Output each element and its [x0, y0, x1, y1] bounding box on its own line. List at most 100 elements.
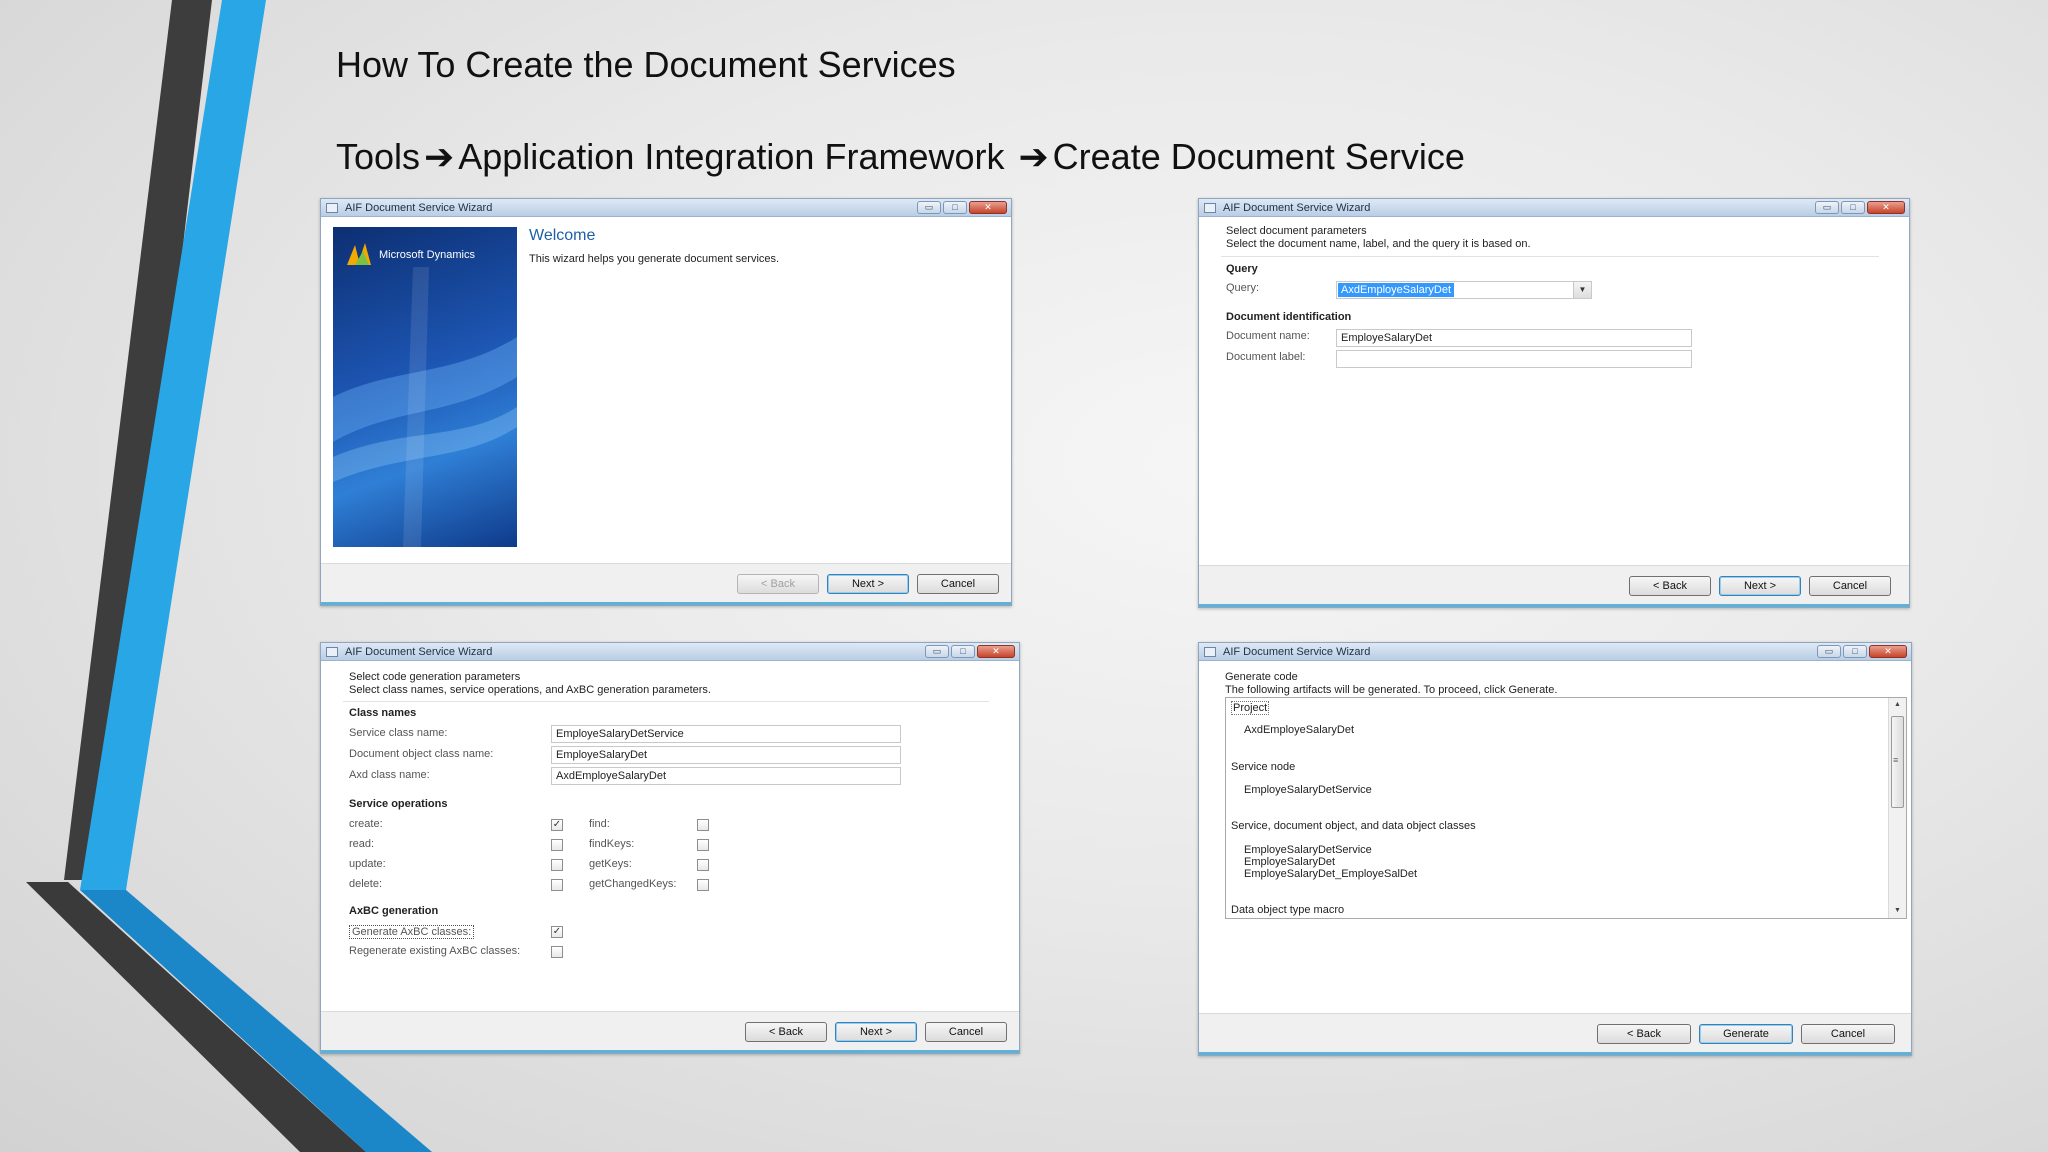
- chevron-down-icon[interactable]: ▼: [1573, 282, 1591, 298]
- service-class-name-field[interactable]: EmployeSalaryDetService: [551, 725, 901, 743]
- document-identification-label: Document identification: [1226, 311, 1352, 323]
- window-title: AIF Document Service Wizard: [345, 646, 493, 658]
- wizard-footer: < Back Next > Cancel: [1199, 565, 1909, 607]
- page-heading: Generate code: [1225, 671, 1298, 683]
- op-create-checkbox[interactable]: ✓: [551, 819, 563, 831]
- maximize-button[interactable]: □: [951, 645, 975, 658]
- query-combobox[interactable]: AxdEmployeSalaryDet ▼: [1336, 281, 1592, 299]
- project-header: Project: [1231, 701, 1270, 715]
- service-node-value: EmployeSalaryDetService: [1244, 784, 1372, 796]
- cancel-button[interactable]: Cancel: [1809, 576, 1891, 596]
- next-button[interactable]: Next >: [835, 1022, 917, 1042]
- window-controls: ▭ □ ✕: [917, 201, 1007, 214]
- document-name-field[interactable]: EmployeSalaryDet: [1336, 329, 1692, 347]
- document-label-field[interactable]: [1336, 350, 1692, 368]
- cancel-button[interactable]: Cancel: [917, 574, 999, 594]
- op-read-label: read:: [349, 838, 375, 850]
- document-label-label: Document label:: [1226, 351, 1306, 363]
- arrow-icon: ➔: [424, 136, 455, 177]
- welcome-heading: Welcome: [529, 227, 596, 244]
- class-item: EmployeSalaryDet_EmployeSalDet: [1244, 868, 1418, 880]
- axbc-generation-section-label: AxBC generation: [349, 905, 439, 917]
- back-button[interactable]: < Back: [1629, 576, 1711, 596]
- slide-subtitle: Tools ➔ Application Integration Framework …: [336, 136, 1465, 178]
- minimize-button[interactable]: ▭: [1815, 201, 1839, 214]
- window-title: AIF Document Service Wizard: [1223, 202, 1371, 214]
- subtitle-part-create: Create Document Service: [1052, 136, 1465, 177]
- close-button[interactable]: ✕: [1869, 645, 1907, 658]
- back-button[interactable]: < Back: [745, 1022, 827, 1042]
- close-button[interactable]: ✕: [969, 201, 1007, 214]
- maximize-button[interactable]: □: [943, 201, 967, 214]
- cancel-button[interactable]: Cancel: [1801, 1024, 1895, 1044]
- app-icon: [326, 647, 338, 657]
- wizard-footer: < Back Next > Cancel: [321, 1011, 1019, 1053]
- welcome-text: This wizard helps you generate document …: [529, 253, 780, 265]
- window-title: AIF Document Service Wizard: [345, 202, 493, 214]
- cancel-button[interactable]: Cancel: [925, 1022, 1007, 1042]
- window-titlebar: AIF Document Service Wizard ▭ □ ✕: [321, 643, 1019, 661]
- minimize-button[interactable]: ▭: [1817, 645, 1841, 658]
- query-label: Query:: [1226, 282, 1260, 294]
- maximize-button[interactable]: □: [1843, 645, 1867, 658]
- next-button[interactable]: Next >: [827, 574, 909, 594]
- regenerate-axbc-label: Regenerate existing AxBC classes:: [349, 945, 521, 957]
- document-object-class-name-field[interactable]: EmployeSalaryDet: [551, 746, 901, 764]
- generate-axbc-checkbox[interactable]: ✓: [551, 926, 563, 938]
- op-delete-checkbox[interactable]: [551, 879, 563, 891]
- axd-class-name-label: Axd class name:: [349, 769, 430, 781]
- window-controls: ▭ □ ✕: [1817, 645, 1907, 658]
- banner-swoosh: [333, 243, 517, 547]
- maximize-button[interactable]: □: [1841, 201, 1865, 214]
- minimize-button[interactable]: ▭: [925, 645, 949, 658]
- document-object-class-name-label: Document object class name:: [349, 748, 494, 760]
- class-item: EmployeSalaryDetService: [1244, 844, 1372, 856]
- regenerate-axbc-checkbox[interactable]: [551, 946, 563, 958]
- wizard-footer: < Back Generate Cancel: [1199, 1013, 1911, 1055]
- microsoft-dynamics-banner: Microsoft Dynamics: [333, 227, 517, 547]
- scroll-thumb[interactable]: ≡: [1891, 716, 1904, 808]
- close-button[interactable]: ✕: [1867, 201, 1905, 214]
- service-operations-section-label: Service operations: [349, 798, 448, 810]
- wizard-window-document-parameters: AIF Document Service Wizard ▭ □ ✕ Select…: [1198, 198, 1910, 608]
- wizard-window-generate-code: AIF Document Service Wizard ▭ □ ✕ Genera…: [1198, 642, 1912, 1056]
- page-subheading: Select the document name, label, and the…: [1226, 238, 1531, 250]
- window-controls: ▭ □ ✕: [1815, 201, 1905, 214]
- axd-class-name-field[interactable]: AxdEmployeSalaryDet: [551, 767, 901, 785]
- class-names-section-label: Class names: [349, 707, 417, 719]
- scroll-up-icon[interactable]: ▲: [1889, 698, 1906, 712]
- op-getkeys-label: getKeys:: [589, 858, 632, 870]
- generate-button[interactable]: Generate: [1699, 1024, 1793, 1044]
- op-getchangedkeys-checkbox[interactable]: [697, 879, 709, 891]
- op-delete-label: delete:: [349, 878, 383, 890]
- op-update-label: update:: [349, 858, 386, 870]
- banner-brand: Microsoft Dynamics: [379, 249, 475, 261]
- artifacts-list[interactable]: Project AxdEmployeSalaryDet Service node…: [1225, 697, 1907, 919]
- subtitle-part-tools: Tools: [336, 136, 421, 177]
- op-read-checkbox[interactable]: [551, 839, 563, 851]
- service-class-name-label: Service class name:: [349, 727, 448, 739]
- window-titlebar: AIF Document Service Wizard ▭ □ ✕: [1199, 643, 1911, 661]
- op-find-label: find:: [589, 818, 610, 830]
- list-scrollbar[interactable]: ▲ ≡ ▼: [1888, 698, 1906, 918]
- window-title: AIF Document Service Wizard: [1223, 646, 1371, 658]
- classes-header: Service, document object, and data objec…: [1231, 820, 1476, 832]
- query-section-label: Query: [1226, 263, 1258, 275]
- scroll-down-icon[interactable]: ▼: [1889, 904, 1906, 918]
- back-button[interactable]: < Back: [1597, 1024, 1691, 1044]
- op-getkeys-checkbox[interactable]: [697, 859, 709, 871]
- window-titlebar: AIF Document Service Wizard ▭ □ ✕: [1199, 199, 1909, 217]
- op-update-checkbox[interactable]: [551, 859, 563, 871]
- minimize-button[interactable]: ▭: [917, 201, 941, 214]
- close-button[interactable]: ✕: [977, 645, 1015, 658]
- service-node-header: Service node: [1231, 761, 1296, 773]
- back-button[interactable]: < Back: [737, 574, 819, 594]
- next-button[interactable]: Next >: [1719, 576, 1801, 596]
- op-find-checkbox[interactable]: [697, 819, 709, 831]
- window-controls: ▭ □ ✕: [925, 645, 1015, 658]
- app-icon: [326, 203, 338, 213]
- page-heading: Select code generation parameters: [349, 671, 521, 683]
- op-findkeys-checkbox[interactable]: [697, 839, 709, 851]
- app-icon: [1204, 647, 1216, 657]
- wizard-footer: < Back Next > Cancel: [321, 563, 1011, 605]
